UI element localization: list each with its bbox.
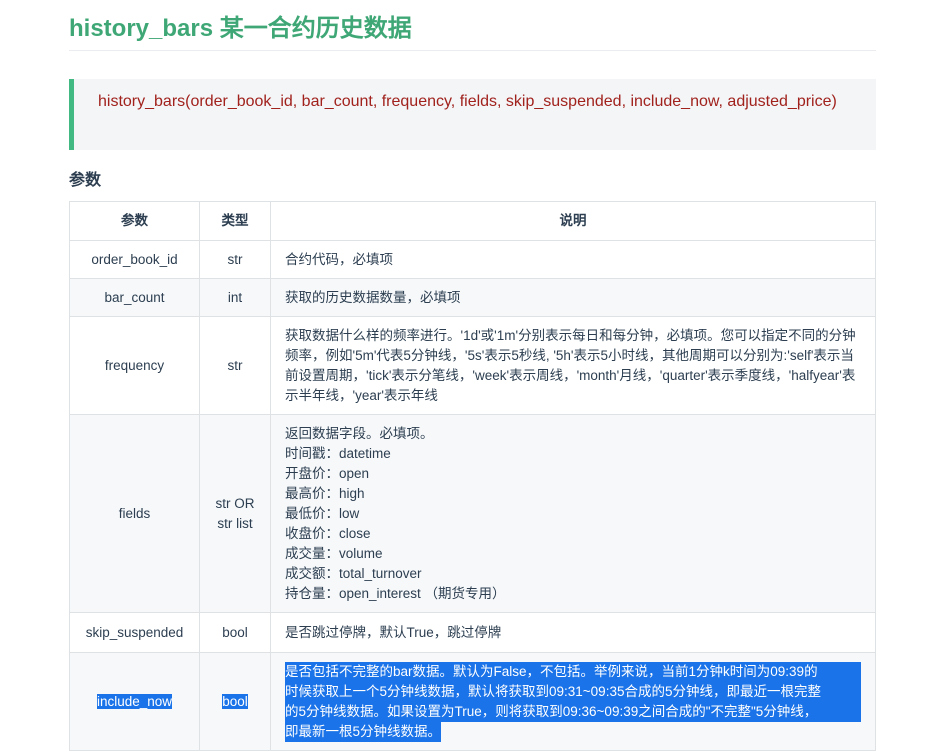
desc-line: 收盘价：close xyxy=(285,525,371,541)
param-type: str xyxy=(199,240,271,279)
param-type: str OR str list xyxy=(199,414,271,613)
page-title: history_bars 某一合约历史数据 xyxy=(69,14,876,51)
param-type: bool xyxy=(199,612,271,653)
param-name: skip_suspended xyxy=(69,612,200,653)
table-row: skip_suspended bool 是否跳过停牌，默认True，跳过停牌 xyxy=(69,612,876,653)
param-name: order_book_id xyxy=(69,240,200,279)
param-desc: 获取数据什么样的频率进行。'1d'或'1m'分别表示每日和每分钟，必填项。您可以… xyxy=(270,316,876,415)
param-name: bar_count xyxy=(69,278,200,317)
desc-line: 时间戳：datetime xyxy=(285,445,391,461)
function-signature-block: history_bars(order_book_id, bar_count, f… xyxy=(69,79,876,150)
param-desc: 获取的历史数据数量，必填项 xyxy=(270,278,876,317)
params-heading: 参数 xyxy=(69,170,102,189)
param-type-line: str list xyxy=(217,515,253,531)
param-type: bool xyxy=(199,652,271,751)
desc-line: 时候获取上一个5分钟线数据，默认将获取到09:31~09:35合成的5分钟线，即… xyxy=(285,681,861,702)
param-type: str xyxy=(199,316,271,415)
table-row: order_book_id str 合约代码，必填项 xyxy=(69,240,876,279)
desc-line: 最高价：high xyxy=(285,485,365,501)
desc-line: 成交量：volume xyxy=(285,545,383,561)
header-desc: 说明 xyxy=(270,201,876,241)
desc-line: 返回数据字段。必填项。 xyxy=(285,425,434,441)
param-desc: 合约代码，必填项 xyxy=(270,240,876,279)
param-name: frequency xyxy=(69,316,200,415)
desc-line: 最低价：low xyxy=(285,505,360,521)
selected-text: bool xyxy=(222,693,248,709)
selected-text: include_now xyxy=(96,693,173,709)
header-type: 类型 xyxy=(199,201,271,241)
table-row: bar_count int 获取的历史数据数量，必填项 xyxy=(69,278,876,317)
table-row: frequency str 获取数据什么样的频率进行。'1d'或'1m'分别表示… xyxy=(69,316,876,415)
param-type-line: str OR xyxy=(215,495,255,511)
param-type: int xyxy=(199,278,271,317)
function-signature: history_bars(order_book_id, bar_count, f… xyxy=(98,93,837,110)
desc-line: 的5分钟线数据。如果设置为True，则将获取到09:36~09:39之间合成的"… xyxy=(285,701,861,722)
param-desc: 是否包括不完整的bar数据。默认为False，不包括。举例来说，当前1分钟k时间… xyxy=(270,652,876,751)
params-table: 参数 类型 说明 order_book_id str 合约代码，必填项 bar_… xyxy=(69,201,876,751)
desc-line: 持仓量：open_interest （期货专用） xyxy=(285,585,506,601)
table-row: fields str OR str list 返回数据字段。必填项。 时间戳：d… xyxy=(69,414,876,613)
header-param: 参数 xyxy=(69,201,200,241)
desc-line: 是否包括不完整的bar数据。默认为False，不包括。举例来说，当前1分钟k时间… xyxy=(285,661,861,682)
param-name: fields xyxy=(69,414,200,613)
table-row: include_now bool 是否包括不完整的bar数据。默认为False，… xyxy=(69,652,876,751)
desc-line: 成交额：total_turnover xyxy=(285,565,422,581)
param-desc: 返回数据字段。必填项。 时间戳：datetime 开盘价：open 最高价：hi… xyxy=(270,414,876,613)
desc-line: 开盘价：open xyxy=(285,465,370,481)
param-desc: 是否跳过停牌，默认True，跳过停牌 xyxy=(270,612,876,653)
param-name: include_now xyxy=(69,652,200,751)
table-header-row: 参数 类型 说明 xyxy=(69,201,876,241)
